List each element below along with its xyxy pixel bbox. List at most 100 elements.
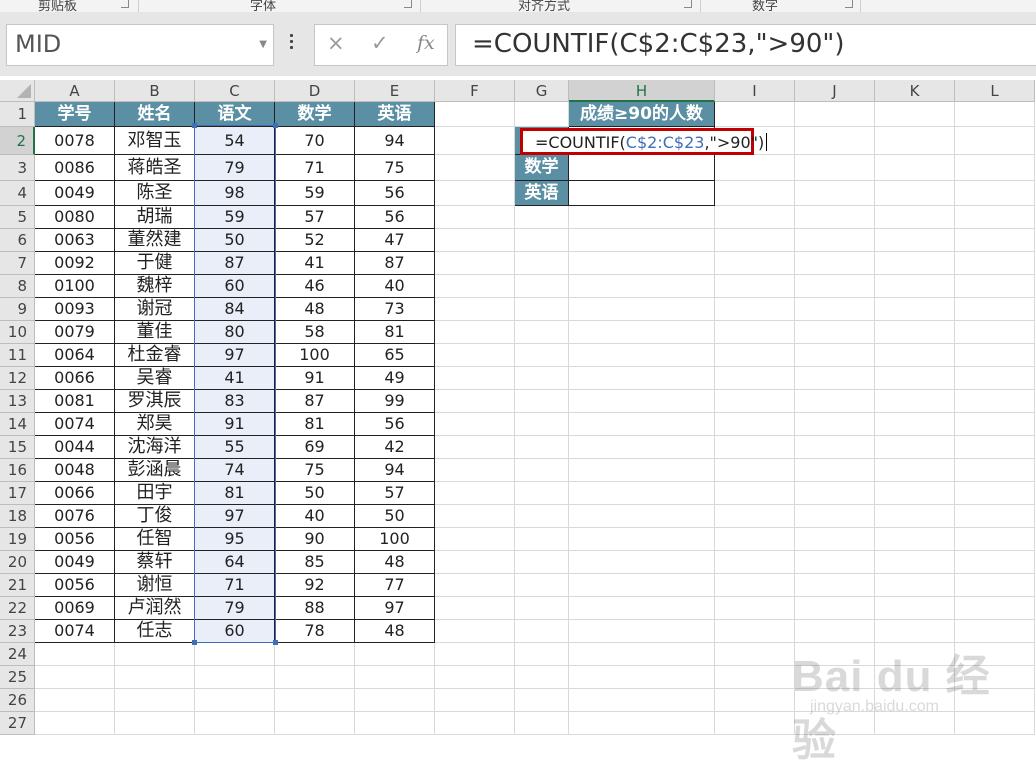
grid-cell[interactable]	[515, 102, 569, 127]
grid-cell[interactable]	[715, 459, 795, 482]
grid-cell[interactable]	[435, 102, 515, 127]
table-cell[interactable]: 56	[355, 206, 435, 229]
grid-cell[interactable]	[955, 181, 1035, 206]
number-launcher-icon[interactable]	[845, 0, 853, 8]
grid-cell[interactable]	[515, 436, 569, 459]
grid-cell[interactable]	[795, 275, 875, 298]
table-cell[interactable]: 59	[195, 206, 275, 229]
grid-cell[interactable]	[275, 643, 355, 666]
grid-cell[interactable]	[569, 643, 715, 666]
grid-cell[interactable]	[35, 712, 115, 735]
summary-subject-label[interactable]: 数学	[515, 155, 569, 181]
row-header-9[interactable]: 9	[0, 298, 35, 321]
column-header-k[interactable]: K	[875, 80, 955, 102]
row-header-23[interactable]: 23	[0, 620, 35, 643]
row-header-2[interactable]: 2	[0, 127, 35, 155]
table-cell[interactable]: 74	[195, 459, 275, 482]
grid-cell[interactable]	[875, 597, 955, 620]
table-cell[interactable]: 董佳	[115, 321, 195, 344]
grid-cell[interactable]	[435, 127, 515, 155]
grid-cell[interactable]	[715, 275, 795, 298]
grid-cell[interactable]	[515, 620, 569, 643]
table-cell[interactable]: 蒋皓圣	[115, 155, 195, 181]
grid-cell[interactable]	[875, 459, 955, 482]
column-header-g[interactable]: G	[515, 80, 569, 102]
grid-cell[interactable]	[955, 344, 1035, 367]
formula-input[interactable]: =COUNTIF(C$2:C$23,">90")	[455, 24, 1036, 66]
table-header-cell[interactable]: 英语	[355, 102, 435, 127]
grid-cell[interactable]	[715, 229, 795, 252]
grid-cell[interactable]	[569, 298, 715, 321]
row-header-13[interactable]: 13	[0, 390, 35, 413]
row-header-18[interactable]: 18	[0, 505, 35, 528]
grid-cell[interactable]	[195, 689, 275, 712]
grid-cell[interactable]	[715, 390, 795, 413]
table-cell[interactable]: 任志	[115, 620, 195, 643]
grid-cell[interactable]	[795, 344, 875, 367]
table-cell[interactable]: 蔡轩	[115, 551, 195, 574]
cancel-icon[interactable]: ×	[327, 31, 345, 55]
table-cell[interactable]: 56	[355, 181, 435, 206]
row-header-11[interactable]: 11	[0, 344, 35, 367]
row-header-26[interactable]: 26	[0, 689, 35, 712]
grid-cell[interactable]	[795, 252, 875, 275]
grid-cell[interactable]	[795, 551, 875, 574]
grid-cell[interactable]	[435, 528, 515, 551]
table-cell[interactable]: 98	[195, 181, 275, 206]
table-header-cell[interactable]: 数学	[275, 102, 355, 127]
column-header-d[interactable]: D	[275, 80, 355, 102]
table-cell[interactable]: 陈圣	[115, 181, 195, 206]
table-header-cell[interactable]: 姓名	[115, 102, 195, 127]
grid-cell[interactable]	[435, 367, 515, 390]
table-cell[interactable]: 0093	[35, 298, 115, 321]
chevron-down-icon[interactable]: ▼	[259, 39, 267, 50]
grid-cell[interactable]	[515, 643, 569, 666]
grid-cell[interactable]	[35, 666, 115, 689]
grid-cell[interactable]	[795, 597, 875, 620]
table-cell[interactable]: 90	[275, 528, 355, 551]
table-cell[interactable]: 97	[195, 505, 275, 528]
grid-cell[interactable]	[569, 505, 715, 528]
table-cell[interactable]: 99	[355, 390, 435, 413]
table-cell[interactable]: 85	[275, 551, 355, 574]
grid-cell[interactable]	[435, 505, 515, 528]
grid-cell[interactable]	[515, 505, 569, 528]
grid-cell[interactable]	[569, 620, 715, 643]
table-cell[interactable]: 41	[275, 252, 355, 275]
grid-cell[interactable]	[715, 482, 795, 505]
grid-cell[interactable]	[875, 436, 955, 459]
grid-cell[interactable]	[715, 181, 795, 206]
table-cell[interactable]: 57	[355, 482, 435, 505]
grid-cell[interactable]	[515, 459, 569, 482]
grid-cell[interactable]	[515, 413, 569, 436]
summary-cell[interactable]	[569, 155, 715, 181]
grid-cell[interactable]	[875, 390, 955, 413]
grid-cell[interactable]	[515, 712, 569, 735]
grid-cell[interactable]	[515, 597, 569, 620]
grid-cell[interactable]	[875, 252, 955, 275]
grid-cell[interactable]	[875, 275, 955, 298]
table-cell[interactable]: 50	[355, 505, 435, 528]
grid-cell[interactable]	[715, 206, 795, 229]
row-header-1[interactable]: 1	[0, 102, 35, 127]
table-cell[interactable]: 91	[195, 413, 275, 436]
grid-cell[interactable]	[955, 597, 1035, 620]
table-cell[interactable]: 49	[355, 367, 435, 390]
table-cell[interactable]: 董然建	[115, 229, 195, 252]
grid-cell[interactable]	[875, 551, 955, 574]
grid-cell[interactable]	[875, 413, 955, 436]
grid-cell[interactable]	[569, 574, 715, 597]
grid-cell[interactable]	[795, 413, 875, 436]
grid-cell[interactable]	[955, 102, 1035, 127]
column-header-a[interactable]: A	[35, 80, 115, 102]
table-cell[interactable]: 48	[355, 620, 435, 643]
confirm-icon[interactable]: ✓	[371, 31, 389, 55]
grid-cell[interactable]	[955, 528, 1035, 551]
grid-cell[interactable]	[435, 666, 515, 689]
table-cell[interactable]: 田宇	[115, 482, 195, 505]
grid-cell[interactable]	[435, 321, 515, 344]
table-cell[interactable]: 0081	[35, 390, 115, 413]
grid-cell[interactable]	[955, 275, 1035, 298]
grid-cell[interactable]	[569, 597, 715, 620]
grid-cell[interactable]	[955, 321, 1035, 344]
